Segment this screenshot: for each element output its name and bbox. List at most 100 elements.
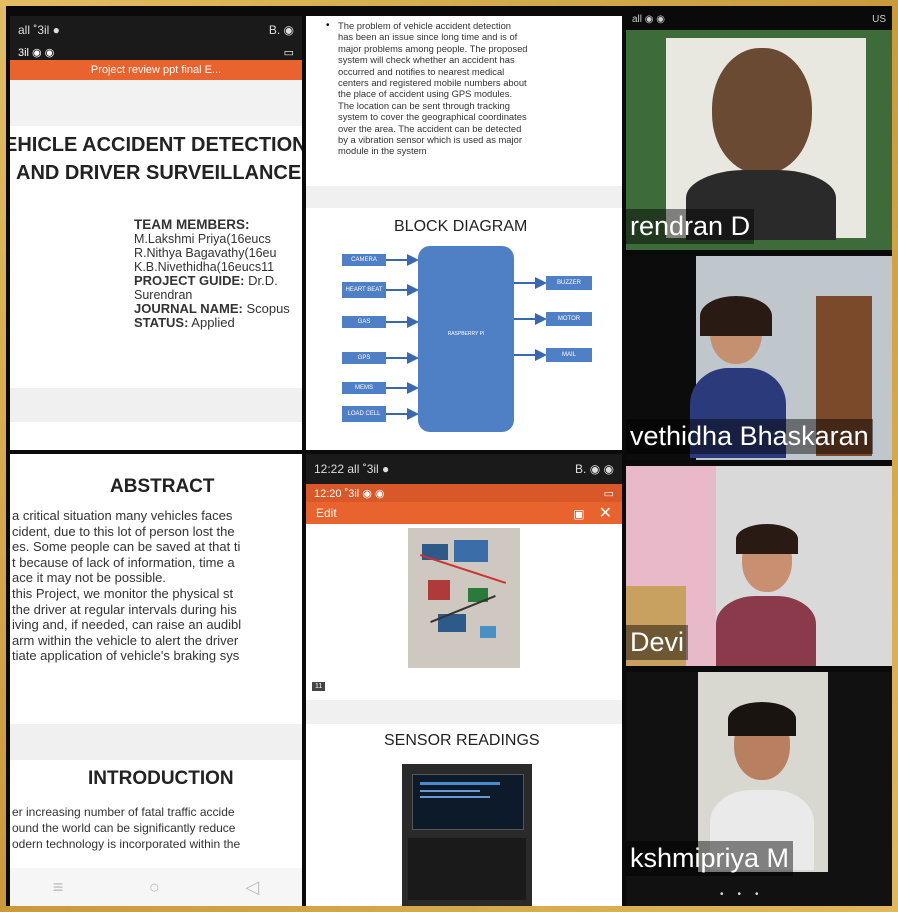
document-title-bar[interactable]: Project review ppt final E... xyxy=(10,60,302,80)
text-line: ace it may not be possible. xyxy=(12,570,166,586)
hardware-photo xyxy=(408,528,520,668)
status-left: all ˚3il ● xyxy=(18,23,60,37)
close-icon[interactable]: ✕ xyxy=(599,505,612,522)
output-motor: MOTOR xyxy=(546,312,592,326)
participant-name-1: rendran D xyxy=(626,209,755,244)
participant-tile-2[interactable]: vethidha Bhaskaran xyxy=(626,256,892,460)
problem-text: The problem of vehicle accident detectio… xyxy=(338,20,528,157)
text-line: by a vibration sensor which is used as m… xyxy=(338,134,522,146)
status-label: STATUS: xyxy=(134,315,189,330)
participant-tile-1[interactable]: rendran D xyxy=(626,30,892,250)
text-line: cident, due to this lot of person lost t… xyxy=(12,523,235,539)
status-bar-secondary: 3il ◉ ◉ ▭ xyxy=(10,44,302,60)
output-buzzer: BUZZER xyxy=(546,276,592,290)
text-line: the driver at regular intervals during h… xyxy=(12,601,237,617)
text-line: ound the world can be significantly redu… xyxy=(12,821,236,835)
cast-icon[interactable]: ▭ xyxy=(604,487,614,500)
page-dots[interactable]: ••• xyxy=(720,889,773,900)
call-status-bar: all ◉ ◉ US xyxy=(626,14,892,30)
slide-hardware[interactable]: 11 xyxy=(306,524,622,700)
abstract-title: ABSTRACT xyxy=(110,476,215,497)
input-mems: MEMS xyxy=(342,382,386,394)
text-line: iving and, if needed, can raise an audib… xyxy=(12,617,242,633)
status2-left: 12:20 ˚3il ◉ ◉ xyxy=(314,487,385,500)
slide-number: 11 xyxy=(312,682,326,691)
member-3: K.B.Nivethidha(16eucs11 xyxy=(134,260,275,274)
collage: all ˚3il ● B. ◉ 3il ◉ ◉ ▭ Project review… xyxy=(6,6,892,906)
laptop-photo xyxy=(402,764,532,906)
status-right: B. ◉ ◉ xyxy=(575,462,614,476)
slide-sensor-readings[interactable]: SENSOR READINGS xyxy=(306,724,622,906)
text-line: er increasing number of fatal traffic ac… xyxy=(12,805,235,819)
recents-icon[interactable]: ≡ xyxy=(53,877,64,898)
guide-value-2: Surendran xyxy=(134,288,193,302)
slide-introduction[interactable]: INTRODUCTION er increasing number of fat… xyxy=(10,760,302,868)
participant-name-4: kshmipriya M xyxy=(626,841,794,876)
slide-title-line2: AND DRIVER SURVEILLANCE xyxy=(16,162,302,184)
slide-block-diagram-screen: • The problem of vehicle accident detect… xyxy=(306,16,622,450)
slide-title-line1: EHICLE ACCIDENT DETECTION xyxy=(10,134,302,156)
team-heading: TEAM MEMBERS: xyxy=(134,217,250,232)
participant-face xyxy=(712,48,812,174)
participant-tile-3[interactable]: Devi xyxy=(626,466,892,666)
text-line: system to cover the geographical coordin… xyxy=(338,111,527,123)
slide-gap xyxy=(10,80,302,126)
input-camera: CAMERA xyxy=(342,254,386,266)
edit-button[interactable]: Edit xyxy=(316,506,337,520)
status-bar: 12:22 all ˚3il ● B. ◉ ◉ xyxy=(306,454,622,484)
center-label: RASPBERRY PI xyxy=(447,331,485,337)
sensor-title: SENSOR READINGS xyxy=(384,732,540,749)
journal-value: Scopus xyxy=(242,301,290,316)
slide-block-diagram[interactable]: BLOCK DIAGRAM RASPBERRY PI CAMERA HEART … xyxy=(306,208,622,444)
text-line: major problems among people. The propose… xyxy=(338,42,528,54)
journal-label: JOURNAL NAME: xyxy=(134,301,243,316)
slide-problem[interactable]: • The problem of vehicle accident detect… xyxy=(306,16,622,186)
text-line: tiate application of vehicle's braking s… xyxy=(12,648,240,664)
slide[interactable]: EHICLE ACCIDENT DETECTION AND DRIVER SUR… xyxy=(10,126,302,388)
slide-gap-4 xyxy=(306,186,622,208)
slide-title-screen: all ˚3il ● B. ◉ 3il ◉ ◉ ▭ Project review… xyxy=(10,16,302,450)
home-icon[interactable]: ○ xyxy=(149,877,160,898)
back-icon[interactable]: ◁ xyxy=(245,877,259,898)
status2-left: 3il ◉ ◉ xyxy=(18,46,55,59)
text-line: occurred and notifies to nearest medical xyxy=(338,65,505,77)
input-load-cell: LOAD CELL xyxy=(342,406,386,422)
slide-gap-5 xyxy=(306,700,622,724)
member-1: M.Lakshmi Priya(16eucs xyxy=(134,232,271,246)
text-line: arm within the vehicle to alert the driv… xyxy=(12,632,239,648)
text-line: The location can be sent through trackin… xyxy=(338,99,510,111)
video-call-grid: all ◉ ◉ US rendran D vethidha Bhaskaran … xyxy=(626,14,892,906)
slide-abstract[interactable]: ABSTRACT a critical situation many vehic… xyxy=(10,454,302,724)
input-gas: GAS xyxy=(342,316,386,328)
output-mail: MAIL xyxy=(546,348,592,362)
status-bar: all ˚3il ● B. ◉ xyxy=(10,16,302,44)
intro-body: er increasing number of fatal traffic ac… xyxy=(12,804,240,852)
team-block: TEAM MEMBERS: M.Lakshmi Priya(16eucs R.N… xyxy=(134,218,290,330)
text-line: t because of lack of information, time a xyxy=(12,554,235,570)
input-gps: GPS xyxy=(342,352,386,364)
slide-gap-2 xyxy=(10,388,302,422)
status-bar-secondary: 12:20 ˚3il ◉ ◉ ▭ xyxy=(306,484,622,502)
participant-name-2: vethidha Bhaskaran xyxy=(626,419,873,454)
text-line: a critical situation many vehicles faces xyxy=(12,508,233,523)
text-line: has been an issue since long time and is… xyxy=(338,31,518,43)
text-line: es. Some people can be saved at that ti xyxy=(12,539,241,555)
android-nav-bar: ≡ ○ ◁ xyxy=(10,868,302,906)
text-line: odern technology is incorporated within … xyxy=(12,837,241,851)
status-value: Applied xyxy=(188,315,235,330)
cast-icon[interactable]: ▭ xyxy=(284,46,294,59)
status-right: B. ◉ xyxy=(268,23,294,37)
slide-sensor-screen: 12:22 all ˚3il ● B. ◉ ◉ 12:20 ˚3il ◉ ◉ ▭… xyxy=(306,454,622,906)
text-line: over the area. The accident can be detec… xyxy=(338,122,522,134)
participant-tile-4[interactable]: kshmipriya M ••• xyxy=(626,672,892,906)
input-heart-beat: HEART BEAT xyxy=(342,282,386,298)
bullet-icon: • xyxy=(326,20,330,31)
slide-gap-3 xyxy=(10,724,302,760)
guide-label: PROJECT GUIDE: xyxy=(134,273,245,288)
call-status-left: all ◉ ◉ xyxy=(632,14,666,25)
member-2: R.Nithya Bagavathy(16eu xyxy=(134,246,277,260)
present-icon[interactable]: ▣ xyxy=(573,507,584,521)
guide-value: Dr.D. xyxy=(244,273,278,288)
text-line: this Project, we monitor the physical st xyxy=(12,585,234,601)
slide-abstract-screen: ABSTRACT a critical situation many vehic… xyxy=(10,454,302,906)
